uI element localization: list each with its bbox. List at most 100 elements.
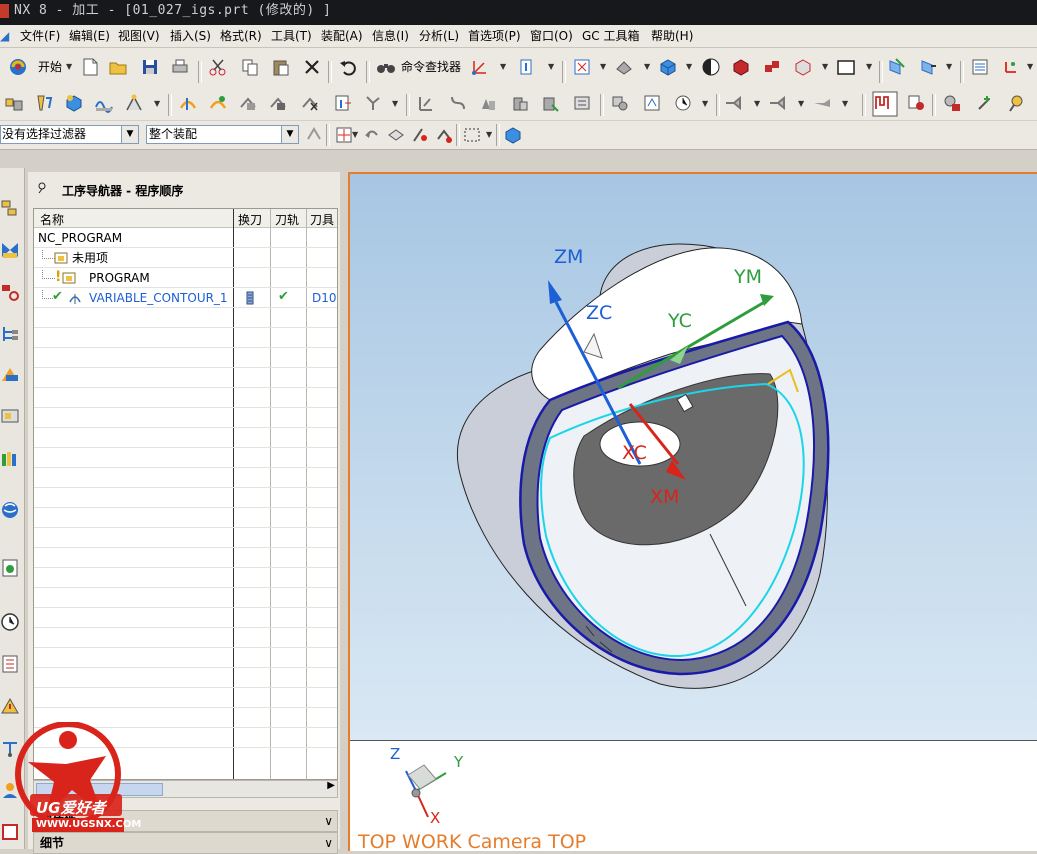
fit-view-dropdown-arrow[interactable]: ▼ xyxy=(600,62,606,71)
replay-toolpath-icon[interactable] xyxy=(208,93,228,113)
edit-object-icon[interactable] xyxy=(416,93,436,113)
select-feature-icon[interactable] xyxy=(410,125,430,145)
history-icon[interactable] xyxy=(0,558,20,578)
tool-display-icon[interactable] xyxy=(812,93,832,113)
new-file-icon[interactable] xyxy=(80,57,100,77)
cube-edges-dropdown-arrow[interactable]: ▼ xyxy=(822,62,828,71)
open-folder-icon[interactable] xyxy=(108,57,128,77)
start-dropdown-arrow[interactable]: ▼ xyxy=(66,62,72,71)
column-header-path[interactable]: 刀轨 xyxy=(275,211,299,228)
feeds-speeds-icon[interactable] xyxy=(942,93,962,113)
menu-insert[interactable]: 插入(S) xyxy=(170,28,211,44)
query-icon[interactable] xyxy=(1006,93,1026,113)
insert-dropdown-arrow[interactable]: ▼ xyxy=(154,99,160,108)
tree-row-unused-items[interactable]: 未用项 xyxy=(42,250,232,266)
red-cubes-icon[interactable] xyxy=(762,57,782,77)
create-geometry-icon[interactable] xyxy=(64,93,84,113)
tree-row-nc-program[interactable]: NC_PROGRAM xyxy=(38,230,122,246)
info-dropdown-arrow[interactable]: ▼ xyxy=(548,62,554,71)
palette-icon[interactable] xyxy=(0,448,20,468)
menu-view[interactable]: 视图(V) xyxy=(118,28,160,44)
copy-icon[interactable] xyxy=(240,57,260,77)
wcs-orient-icon[interactable] xyxy=(1001,57,1021,77)
binoculars-icon[interactable] xyxy=(376,57,396,77)
tree-row-program[interactable]: ! PROGRAM xyxy=(42,269,232,286)
type-filter-dropdown[interactable]: 没有选择过滤器 ▼ xyxy=(0,125,139,144)
snap-point-icon[interactable] xyxy=(334,125,354,145)
geometry-view-icon[interactable] xyxy=(673,93,693,113)
render-style-icon[interactable] xyxy=(614,57,634,77)
generate-toolpath-icon[interactable] xyxy=(178,93,198,113)
rename-object-icon[interactable] xyxy=(572,93,592,113)
chevron-down-icon[interactable]: ▼ xyxy=(281,126,298,143)
cut-object-icon[interactable] xyxy=(448,93,468,113)
chevron-down-icon[interactable]: ▼ xyxy=(121,126,138,143)
wcs-dropdown-arrow[interactable]: ▼ xyxy=(1027,62,1033,71)
start-button-label[interactable]: 开始 xyxy=(38,59,62,75)
create-method-icon[interactable] xyxy=(94,93,114,113)
menu-file[interactable]: 文件(F) xyxy=(20,28,60,44)
chevron-down-icon[interactable]: ∨ xyxy=(324,811,333,831)
assembly-dropdown-arrow[interactable]: ▼ xyxy=(946,62,952,71)
create-program-icon[interactable] xyxy=(4,93,24,113)
nx-menu-icon[interactable]: ◢ xyxy=(0,28,10,44)
model-view[interactable] xyxy=(350,174,1037,740)
create-operation-icon[interactable] xyxy=(124,93,144,113)
program-view-icon[interactable] xyxy=(610,93,630,113)
menu-window[interactable]: 窗口(O) xyxy=(530,28,573,44)
list-toolpath-icon[interactable] xyxy=(238,93,258,113)
fit-view-icon[interactable] xyxy=(572,57,592,77)
column-header-name[interactable]: 名称 xyxy=(40,211,64,228)
snap-point-dropdown-arrow[interactable]: ▼ xyxy=(352,130,358,139)
toolpath-options-dropdown-arrow[interactable]: ▼ xyxy=(798,99,804,108)
process-studio-icon[interactable] xyxy=(0,654,20,674)
delete-object-icon[interactable] xyxy=(540,93,560,113)
csys-icon[interactable] xyxy=(470,57,490,77)
pin-icon[interactable] xyxy=(36,182,48,194)
assembly-constraint-icon[interactable] xyxy=(918,57,938,77)
menu-assemblies[interactable]: 装配(A) xyxy=(321,28,363,44)
red-cube-icon[interactable] xyxy=(731,57,751,77)
layer-settings-icon[interactable] xyxy=(970,57,990,77)
roles-icon[interactable] xyxy=(0,696,20,716)
web-browser-icon[interactable] xyxy=(0,500,20,520)
display-toolpath-icon[interactable] xyxy=(724,93,744,113)
machine-tool-navigator-icon[interactable] xyxy=(906,93,926,113)
create-tool-icon[interactable] xyxy=(34,93,54,113)
menu-help[interactable]: 帮助(H) xyxy=(651,28,693,44)
csys-dropdown-arrow[interactable]: ▼ xyxy=(500,62,506,71)
postprocess-icon[interactable] xyxy=(333,93,353,113)
paste-icon[interactable] xyxy=(271,57,291,77)
command-finder-label[interactable]: 命令查找器 xyxy=(401,59,461,75)
menu-edit[interactable]: 编辑(E) xyxy=(69,28,110,44)
add-point-icon[interactable] xyxy=(975,93,995,113)
menu-tools[interactable]: 工具(T) xyxy=(271,28,312,44)
graphics-window[interactable]: ZM ZC YM YC XC XM Z Y X TOP WORK Camera … xyxy=(348,172,1037,851)
menu-analysis[interactable]: 分析(L) xyxy=(419,28,459,44)
operation-navigator-icon[interactable] xyxy=(872,91,898,117)
operation-navigator-tab-icon[interactable] xyxy=(0,324,20,344)
component-select-icon[interactable] xyxy=(503,125,523,145)
chevron-down-icon[interactable]: ∨ xyxy=(324,833,333,853)
menu-preferences[interactable]: 首选项(P) xyxy=(468,28,521,44)
copy-object-icon[interactable] xyxy=(478,93,498,113)
render-style-dropdown-arrow[interactable]: ▼ xyxy=(644,62,650,71)
display-toolpath-dropdown-arrow[interactable]: ▼ xyxy=(754,99,760,108)
info-icon[interactable] xyxy=(518,57,538,77)
shaded-cube-icon[interactable] xyxy=(658,57,678,77)
rectangle-select-icon[interactable] xyxy=(462,125,482,145)
operation-dropdown-arrow[interactable]: ▼ xyxy=(392,99,398,108)
constraint-navigator-icon[interactable] xyxy=(0,240,20,260)
paste-object-icon[interactable] xyxy=(510,93,530,113)
undo-select-icon[interactable] xyxy=(362,125,382,145)
shaded-cube-dropdown-arrow[interactable]: ▼ xyxy=(686,62,692,71)
select-body-icon[interactable] xyxy=(434,125,454,145)
simulate-machine-icon[interactable] xyxy=(300,93,320,113)
move-component-icon[interactable] xyxy=(886,57,906,77)
scroll-right-arrow-icon[interactable]: ▶ xyxy=(327,780,335,791)
toolpath-options-icon[interactable] xyxy=(768,93,788,113)
save-icon[interactable] xyxy=(140,57,160,77)
menu-information[interactable]: 信息(I) xyxy=(372,28,409,44)
tool-view-icon[interactable] xyxy=(642,93,662,113)
column-header-tool-change[interactable]: 换刀 xyxy=(238,211,262,228)
